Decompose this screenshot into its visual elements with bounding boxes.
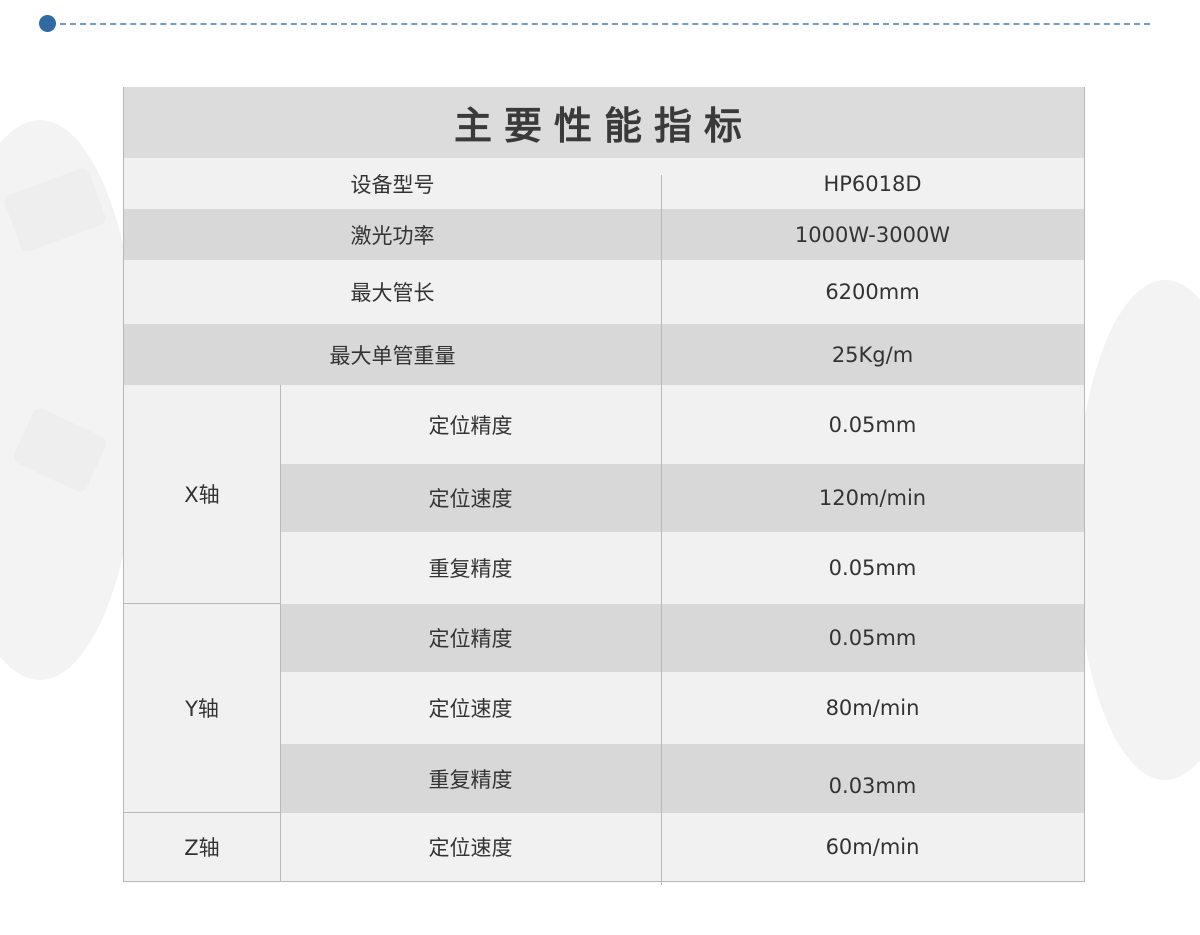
axis-z-item-value: 60m/min <box>661 813 1084 881</box>
row-power-label: 激光功率 <box>124 209 661 260</box>
row-model-value: HP6018D <box>661 158 1084 209</box>
axis-y-item-label: 重复精度 <box>280 744 661 813</box>
row-model-label: 设备型号 <box>124 158 661 209</box>
row-tube-weight-label: 最大单管重量 <box>124 324 661 385</box>
table-title: 主要性能指标 <box>124 87 1084 158</box>
axis-y-item-value: 0.05mm <box>661 604 1084 672</box>
header-dot <box>39 15 56 32</box>
axis-x-item-label: 定位速度 <box>280 464 661 532</box>
row-tube-length-label: 最大管长 <box>124 260 661 324</box>
row-power-value: 1000W-3000W <box>661 209 1084 260</box>
axis-y-item-label: 定位速度 <box>280 672 661 744</box>
row-tube-length-value: 6200mm <box>661 260 1084 324</box>
header-dashed-line <box>60 23 1150 25</box>
axis-x-label: X轴 <box>124 385 280 604</box>
row-tube-weight-value: 25Kg/m <box>661 324 1084 385</box>
axis-x-item-label: 重复精度 <box>280 532 661 604</box>
axis-x-item-value: 0.05mm <box>661 532 1084 604</box>
axis-x-item-value: 120m/min <box>661 464 1084 532</box>
axis-y-item-value: 0.03mm <box>661 744 1084 813</box>
table-divider-center <box>661 175 662 885</box>
axis-z-item-label: 定位速度 <box>280 813 661 881</box>
axis-z-label: Z轴 <box>124 813 280 881</box>
axis-x-item-value: 0.05mm <box>661 385 1084 464</box>
axis-y-label: Y轴 <box>124 604 280 813</box>
axis-x-item-label: 定位精度 <box>280 385 661 464</box>
background-gear-right <box>1075 280 1200 780</box>
axis-y-item-value: 80m/min <box>661 672 1084 744</box>
spec-table: 主要性能指标 设备型号 HP6018D 激光功率 1000W-3000W 最大管… <box>123 87 1085 885</box>
axis-y-item-label: 定位精度 <box>280 604 661 672</box>
table-divider-left <box>280 385 281 881</box>
